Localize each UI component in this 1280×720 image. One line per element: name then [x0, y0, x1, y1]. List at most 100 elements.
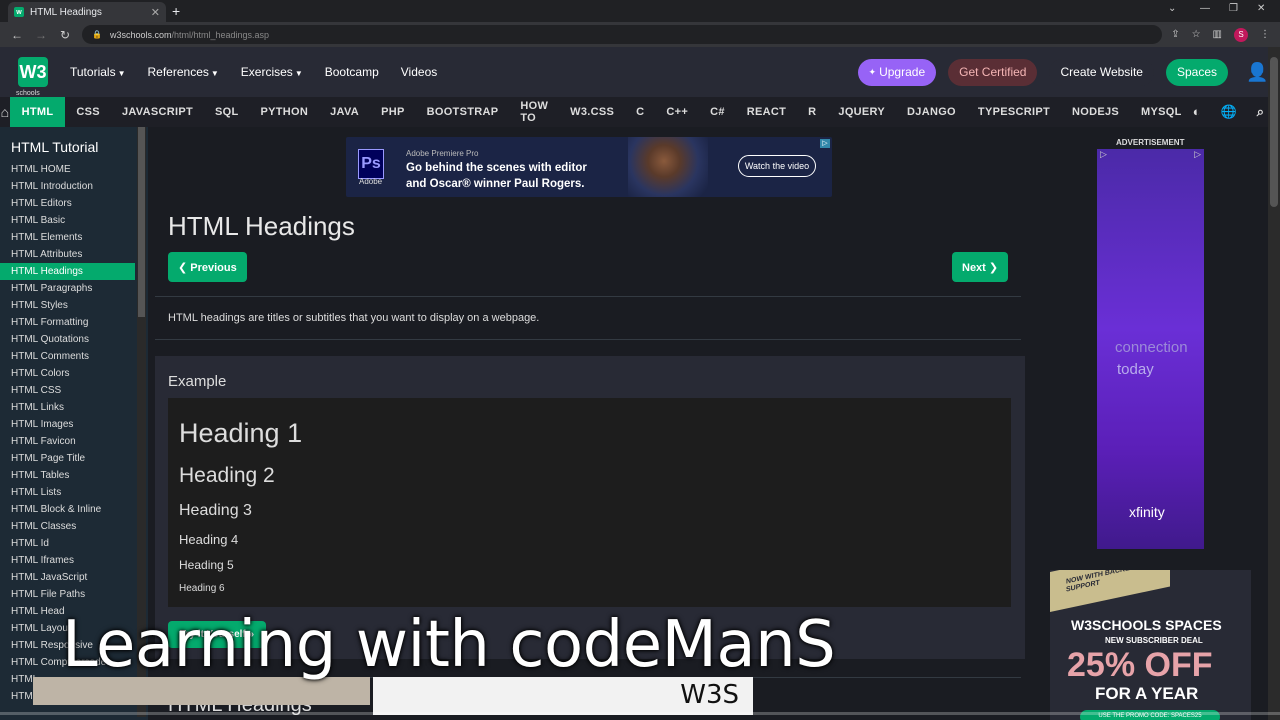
lang-w3css[interactable]: W3.CSS — [559, 97, 625, 127]
lang-java[interactable]: JAVA — [319, 97, 370, 127]
url-input[interactable]: 🔒 w3schools.com/html/html_headings.asp — [82, 25, 1162, 44]
spaces-button[interactable]: Spaces — [1165, 58, 1228, 86]
sidebar-item[interactable]: HTML Introduction — [0, 178, 135, 195]
ad-choices-icon[interactable]: ▷ — [1194, 149, 1201, 160]
new-tab-button[interactable]: + — [172, 3, 180, 19]
previous-button[interactable]: ❮ Previous — [168, 252, 247, 282]
menu-bootcamp[interactable]: Bootcamp — [325, 65, 379, 79]
lang-html[interactable]: HTML — [9, 97, 66, 127]
globe-icon[interactable]: 🌐 — [1221, 104, 1237, 120]
sidebar-item[interactable]: HTML Formatting — [0, 314, 135, 331]
sidebar-item[interactable]: HTML Attributes — [0, 246, 135, 263]
caret-down-icon: ▼ — [294, 69, 303, 78]
lang-mysql[interactable]: MYSQL — [1130, 97, 1193, 127]
sidebar-item[interactable]: HTML CSS — [0, 382, 135, 399]
lang-r[interactable]: R — [797, 97, 827, 127]
menu-references-label: References — [147, 65, 209, 79]
intro-text: HTML headings are titles or subtitles th… — [168, 312, 540, 324]
home-icon[interactable]: ⌂ — [0, 104, 10, 120]
sidebar-item[interactable]: HTML Paragraphs — [0, 280, 135, 297]
spaces-ad-deal: NEW SUBSCRIBER DEAL — [1105, 636, 1203, 645]
sidebar-item[interactable]: HTML Images — [0, 416, 135, 433]
lang-howto[interactable]: HOW TO — [509, 97, 559, 127]
share-icon[interactable]: ⇪ — [1171, 29, 1179, 40]
lang-react[interactable]: REACT — [736, 97, 797, 127]
lang-django[interactable]: DJANGO — [896, 97, 967, 127]
bookmark-star-icon[interactable]: ☆ — [1192, 29, 1201, 40]
create-website-button[interactable]: Create Website — [1049, 58, 1154, 86]
sidebar-item[interactable]: HTML Elements — [0, 229, 135, 246]
sidebar-item[interactable]: HTML Editors — [0, 195, 135, 212]
sidebar-item[interactable]: HTML Quotations — [0, 331, 135, 348]
sidebar-item[interactable]: HTML Tables — [0, 467, 135, 484]
sidebar-item[interactable]: HTML Id — [0, 535, 135, 552]
ad-photo — [628, 137, 708, 197]
lang-css[interactable]: CSS — [65, 97, 111, 127]
next-button[interactable]: Next ❯ — [952, 252, 1009, 282]
lang-php[interactable]: PHP — [370, 97, 416, 127]
tab-search-icon[interactable]: ⌄ — [1168, 3, 1176, 14]
url-path: /html/html_headings.asp — [171, 29, 270, 40]
tab-close-icon[interactable]: ✕ — [151, 6, 160, 19]
sidebar-item[interactable]: HTML Headings — [0, 263, 135, 280]
user-account-icon[interactable]: 👤 — [1246, 62, 1268, 82]
window-close-icon[interactable]: ✕ — [1257, 3, 1265, 14]
watch-video-button[interactable]: Watch the video — [738, 155, 816, 177]
lang-sql[interactable]: SQL — [204, 97, 250, 127]
sidebar-item[interactable]: HTML JavaScript — [0, 569, 135, 586]
browser-menu-icon[interactable]: ⋮ — [1260, 29, 1270, 40]
w3-spaces-ad[interactable]: NOW WITH BACKEND SUPPORT W3SCHOOLS SPACE… — [1050, 570, 1251, 720]
page-scrollbar[interactable] — [1268, 47, 1280, 720]
sidebar-item[interactable]: HTML Classes — [0, 518, 135, 535]
xfinity-line-1: connection — [1115, 339, 1188, 356]
spaces-ad-discount: 25% OFF — [1067, 646, 1213, 684]
top-ad-banner[interactable]: Ps Adobe Adobe Premiere Pro Go behind th… — [346, 137, 832, 197]
lang-javascript[interactable]: JAVASCRIPT — [111, 97, 204, 127]
reload-icon[interactable]: ↻ — [58, 28, 72, 42]
video-progress-bar[interactable] — [0, 712, 1280, 715]
language-bar: ⌂ HTML CSS JAVASCRIPT SQL PYTHON JAVA PH… — [0, 97, 1280, 127]
search-icon[interactable]: ⌕ — [1257, 104, 1264, 120]
page-title: HTML Headings — [168, 211, 355, 241]
xfinity-ad[interactable]: ▷ ▷ connection today xfinity — [1097, 149, 1204, 549]
lang-c[interactable]: C — [625, 97, 655, 127]
sidebar-item[interactable]: HTML File Paths — [0, 586, 135, 603]
ad-choices-icon[interactable]: ▷ — [1100, 149, 1107, 160]
sidebar-item[interactable]: HTML HOME — [0, 161, 135, 178]
dark-mode-icon[interactable]: ◐ — [1193, 104, 1201, 120]
get-certified-button[interactable]: Get Certified — [948, 58, 1038, 86]
sidepanel-icon[interactable]: ▥ — [1213, 29, 1222, 40]
sidebar-item[interactable]: HTML Comments — [0, 348, 135, 365]
forward-icon[interactable]: → — [34, 28, 48, 42]
sidebar-item[interactable]: HTML Favicon — [0, 433, 135, 450]
page-scroll-thumb[interactable] — [1270, 57, 1278, 207]
back-icon[interactable]: ← — [10, 28, 24, 42]
menu-references[interactable]: References ▼ — [148, 65, 219, 79]
lang-jquery[interactable]: JQUERY — [827, 97, 896, 127]
sidebar-item[interactable]: HTML Basic — [0, 212, 135, 229]
sidebar-item[interactable]: HTML Styles — [0, 297, 135, 314]
sidebar-item[interactable]: HTML Iframes — [0, 552, 135, 569]
profile-avatar[interactable]: S — [1234, 27, 1248, 42]
lang-bootstrap[interactable]: BOOTSTRAP — [416, 97, 510, 127]
lang-typescript[interactable]: TYPESCRIPT — [967, 97, 1061, 127]
sidebar-item[interactable]: HTML Page Title — [0, 450, 135, 467]
sidebar-item[interactable]: HTML Colors — [0, 365, 135, 382]
sidebar-scroll-thumb[interactable] — [138, 127, 145, 317]
restore-icon[interactable]: ❐ — [1229, 3, 1238, 14]
menu-videos[interactable]: Videos — [401, 65, 437, 79]
ad-info-icon[interactable]: ▷ — [820, 139, 830, 148]
menu-exercises[interactable]: Exercises ▼ — [241, 65, 303, 79]
sidebar-item[interactable]: HTML Lists — [0, 484, 135, 501]
lang-cpp[interactable]: C++ — [655, 97, 699, 127]
sidebar-item[interactable]: HTML Links — [0, 399, 135, 416]
lang-nodejs[interactable]: NODEJS — [1061, 97, 1130, 127]
lang-csharp[interactable]: C# — [699, 97, 736, 127]
sidebar-item[interactable]: HTML Block & Inline — [0, 501, 135, 518]
upgrade-button[interactable]: ✦ Upgrade — [857, 58, 937, 86]
lang-python[interactable]: PYTHON — [250, 97, 320, 127]
minimize-icon[interactable]: — — [1200, 3, 1210, 14]
browser-tab[interactable]: w HTML Headings ✕ — [8, 2, 166, 22]
w3schools-logo[interactable]: W3 schools — [16, 57, 48, 97]
menu-tutorials[interactable]: Tutorials ▼ — [70, 65, 126, 79]
